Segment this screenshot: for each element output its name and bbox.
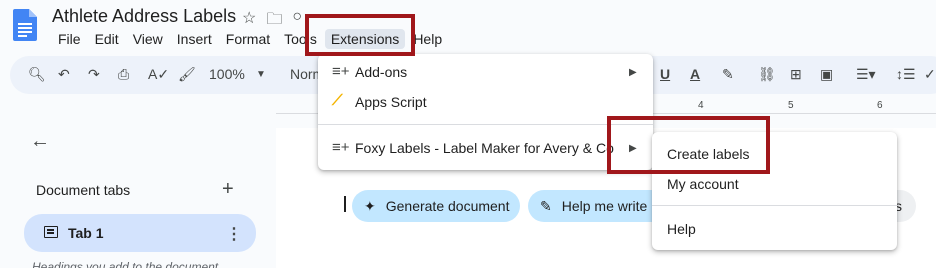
document-title[interactable]: Athlete Address Labels xyxy=(52,6,236,27)
spellcheck-icon[interactable]: A✓ xyxy=(148,66,169,83)
generate-document-chip[interactable]: ✦ Generate document xyxy=(352,190,520,222)
submenu-item-help[interactable]: Help xyxy=(667,221,696,237)
apps-script-icon: ⟋ xyxy=(332,92,343,109)
insert-link-icon[interactable]: ⛓ xyxy=(758,66,776,83)
addon-icon: ≡+ xyxy=(332,139,350,156)
menu-format[interactable]: Format xyxy=(220,29,276,49)
help-me-write-label: Help me write xyxy=(561,198,648,214)
menu-file[interactable]: File xyxy=(52,29,87,49)
docs-logo-icon[interactable] xyxy=(13,9,37,41)
tab-document-icon xyxy=(44,226,58,238)
ruler-number: 5 xyxy=(788,100,794,111)
style-select[interactable]: Normal text xyxy=(290,66,320,82)
text-color-icon[interactable]: A xyxy=(690,66,700,82)
line-spacing-icon[interactable]: ↕☰ xyxy=(896,66,916,83)
menu-view[interactable]: View xyxy=(127,29,169,49)
highlight-color-icon[interactable]: ✎ xyxy=(722,66,734,83)
menu-item-apps-script[interactable]: Apps Script xyxy=(355,94,427,110)
tab-label[interactable]: Tab 1 xyxy=(68,225,104,241)
print-icon[interactable]: ⎙ xyxy=(118,66,129,83)
pen-sparkle-icon: ✎ xyxy=(540,197,552,214)
headings-hint: Headings you add to the document xyxy=(32,260,219,268)
underline-icon[interactable]: U xyxy=(660,66,670,82)
insert-comment-icon[interactable]: ⊞ xyxy=(790,66,802,83)
generate-document-label: Generate document xyxy=(385,198,510,214)
menu-item-foxy-labels[interactable]: Foxy Labels - Label Maker for Avery & Co xyxy=(355,140,614,156)
menu-item-add-ons[interactable]: Add-ons xyxy=(355,64,407,80)
menu-edit[interactable]: Edit xyxy=(89,29,125,49)
search-menus-icon[interactable]: 🔍︎ xyxy=(28,66,46,83)
add-tab-icon[interactable]: + xyxy=(222,178,234,201)
undo-icon[interactable]: ↶ xyxy=(58,66,70,83)
more-options-icon[interactable]: ⋮ xyxy=(226,224,242,244)
text-cursor xyxy=(344,196,346,212)
highlight-create-labels xyxy=(607,116,770,174)
document-tabs-heading: Document tabs xyxy=(36,182,131,198)
zoom-dropdown-icon[interactable]: ▼ xyxy=(256,69,266,80)
ruler-number: 4 xyxy=(698,100,704,111)
redo-icon[interactable]: ↷ xyxy=(88,66,100,83)
checklist-icon[interactable]: ✓ xyxy=(924,66,936,83)
add-ons-icon: ≡+ xyxy=(332,63,350,80)
submenu-item-my-account[interactable]: My account xyxy=(667,176,739,192)
menu-insert[interactable]: Insert xyxy=(171,29,218,49)
highlight-extensions xyxy=(305,14,415,56)
ruler-number: 6 xyxy=(877,100,883,111)
menu-divider xyxy=(318,124,653,125)
insert-image-icon[interactable]: ▣ xyxy=(820,66,833,83)
help-me-write-chip[interactable]: ✎ Help me write xyxy=(528,190,668,222)
sparkle-icon: ✦ xyxy=(364,197,376,214)
zoom-select[interactable]: 100% xyxy=(209,66,245,82)
tab-item-tab1[interactable] xyxy=(24,214,256,252)
align-icon[interactable]: ☰▾ xyxy=(856,66,876,83)
paint-format-icon[interactable]: 🖌︎ xyxy=(178,66,196,83)
back-arrow-icon[interactable]: ← xyxy=(30,130,50,153)
menu-divider xyxy=(652,205,897,206)
submenu-arrow-icon: ▶ xyxy=(629,67,637,78)
